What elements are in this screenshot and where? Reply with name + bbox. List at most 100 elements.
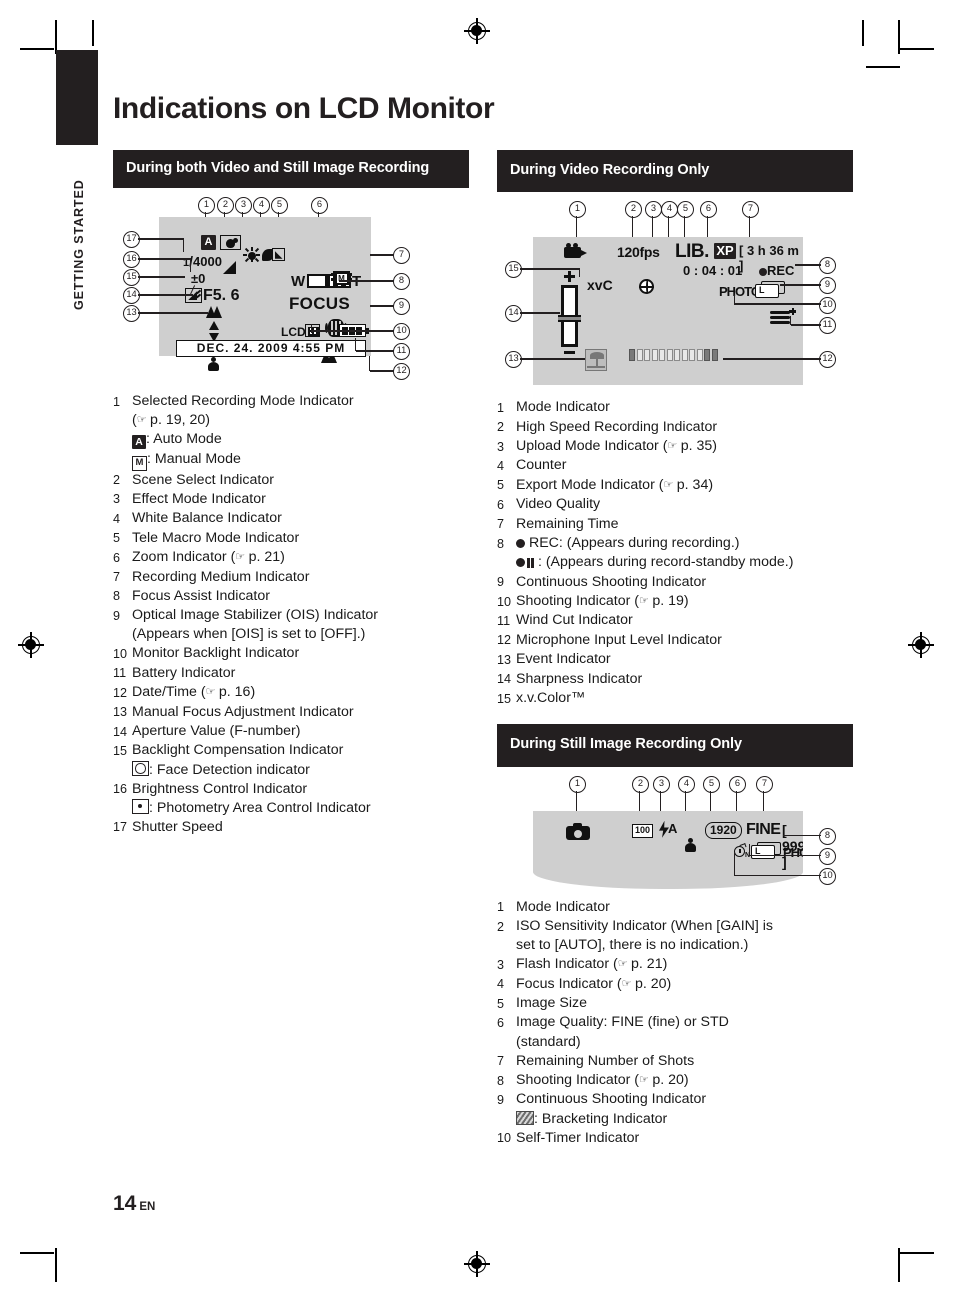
callout-s1: 1 <box>569 775 586 793</box>
lcd-diagram-still: 1 2 3 4 5 6 7 100 A 1920 FINE [999] N … <box>497 774 853 896</box>
callout-17: 17 <box>123 231 140 249</box>
list-item-label: Scene Select Indicator <box>132 471 274 488</box>
list-item: 6 Zoom Indicator (☞ p. 21) <box>113 549 285 566</box>
callout-v14: 14 <box>505 305 522 323</box>
crop-mark-tr-h2 <box>866 66 900 68</box>
list-item-label: Tele Macro Mode Indicator <box>132 529 300 546</box>
shutter-speed-denominator: 4000 <box>193 254 222 270</box>
list-item-label: Image Size <box>516 995 587 1012</box>
leader-v5 <box>684 216 686 240</box>
leader-12 <box>370 370 394 372</box>
callout-v13: 13 <box>505 351 522 369</box>
indicator-list-still: 1 Mode Indicator 2 ISO Sensitivity Indic… <box>497 898 853 1148</box>
crop-mark-tl-v2 <box>92 20 94 46</box>
crop-mark-tl-v <box>55 20 57 54</box>
leader-s10 <box>735 874 821 877</box>
mode-indicator-camera-icon <box>566 822 590 840</box>
leader-10b <box>311 324 313 334</box>
mf-mountain-icon <box>206 306 222 319</box>
list-item-label: Video Quality <box>516 496 601 513</box>
rec-label: REC <box>767 263 795 279</box>
list-item-label: Mode Indicator <box>516 898 610 915</box>
callout-v11: 11 <box>819 317 836 335</box>
list-item: 14 Aperture Value (F-number) <box>113 722 469 741</box>
page-number-value: 14 <box>113 1192 137 1215</box>
auto-mode-icon: A <box>132 435 146 450</box>
callout-v9: 9 <box>819 277 836 295</box>
list-item-label: Backlight Compensation Indicator <box>132 742 344 759</box>
page-language: EN <box>139 1201 156 1213</box>
list-item: 4 Focus Indicator (☞ p. 20) <box>497 975 672 992</box>
callout-v4: 4 <box>661 201 678 219</box>
sharpness-indicator <box>555 271 585 357</box>
callout-v8: 8 <box>819 257 836 275</box>
sharpness-plus-icon <box>564 271 575 283</box>
rec-dot-icon <box>516 538 525 548</box>
leader-7 <box>370 254 394 256</box>
face-detection-icon <box>132 760 149 776</box>
list-item: 2 ISO Sensitivity Indicator (When [GAIN]… <box>497 917 853 955</box>
callout-3: 3 <box>235 197 252 215</box>
shooting-indicator-photo-label: PHOTO <box>783 844 803 860</box>
list-item-label: Counter <box>516 457 567 474</box>
leader-v9 <box>780 284 821 286</box>
list-item: 16 Brightness Control Indicator : Photom… <box>113 780 469 818</box>
list-item-sub: M: Manual Mode <box>132 450 469 471</box>
callout-10: 10 <box>393 323 410 341</box>
callout-s5: 5 <box>703 775 720 793</box>
callout-1: 1 <box>198 197 215 215</box>
column-right: During Video Recording Only 1 2 3 4 5 6 … <box>497 150 853 1148</box>
effect-mode-icon <box>223 261 236 275</box>
flash-indicator-icon: A <box>659 820 679 838</box>
focus-assist-text: FOCUS <box>289 294 350 314</box>
image-size-badge: 1920 <box>705 821 742 839</box>
list-item: 12 Microphone Input Level Indicator <box>497 631 853 650</box>
mode-indicator-camcorder-icon <box>564 243 588 259</box>
list-item-label: Remaining Time <box>516 515 619 532</box>
rec-dot-icon <box>759 267 767 276</box>
section-heading-both: During both Video and Still Image Record… <box>113 150 469 189</box>
continuous-shooting-label: L <box>759 285 765 296</box>
list-item: 10 Monitor Backlight Indicator <box>113 644 469 663</box>
list-item-label: Monitor Backlight Indicator <box>132 645 300 662</box>
list-item-sub: (standard) <box>516 1033 581 1050</box>
indicator-list-both: 1 Selected Recording Mode Indicator (☞ p… <box>113 392 469 837</box>
leader-v12 <box>723 358 821 360</box>
lcd-diagram-video: 1 2 3 4 5 6 7 120fps xvC LIB. XP [3 h 3… <box>497 199 853 396</box>
mf-up-arrow-icon <box>209 321 219 331</box>
crop-mark-tr-h <box>900 48 934 50</box>
list-item-label: Selected Recording Mode Indicator <box>132 393 354 410</box>
list-item: 9 Continuous Shooting Indicator : Bracke… <box>497 1090 853 1128</box>
list-item: 8 Focus Assist Indicator <box>113 587 469 606</box>
zoom-label-t: T <box>352 273 362 291</box>
list-item-label: Event Indicator <box>516 651 611 668</box>
self-timer-icon: N <box>734 842 750 859</box>
high-speed-recording-value: 120fps <box>617 244 660 261</box>
callout-6: 6 <box>311 197 328 215</box>
list-item: 3 Upload Mode Indicator (☞ p. 35) <box>497 438 718 455</box>
list-item-label: Optical Image Stabilizer (OIS) Indicator <box>132 607 379 624</box>
list-item-label: Battery Indicator <box>132 664 236 681</box>
list-item: 9 Optical Image Stabilizer (OIS) Indicat… <box>113 606 469 644</box>
list-item: 7 Remaining Number of Shots <box>497 1052 853 1071</box>
rec-indicator: REC <box>759 263 794 278</box>
leader-s8 <box>783 834 821 837</box>
image-size-value: 1920 <box>710 822 737 837</box>
leader-v6 <box>707 216 709 240</box>
list-item: 7 Remaining Time <box>497 515 853 534</box>
section-heading-video: During Video Recording Only <box>497 150 853 193</box>
list-item-sub: : Bracketing Indicator <box>516 1110 853 1129</box>
lcd-screen-video: 120fps xvC LIB. XP [ 3 h 36 m ] 0 : 04 :… <box>533 237 803 386</box>
crop-mark-tl-h <box>20 48 54 50</box>
sharpness-minus-icon <box>564 351 575 355</box>
list-item: 8 Shooting Indicator (☞ p. 20) <box>497 1072 689 1089</box>
lcd-screen-both: A W T M FOCUS 1 4000 ±0 F5. 6 LCD DEC. 2… <box>159 217 371 372</box>
list-item-label: Effect Mode Indicator <box>132 490 266 507</box>
video-quality-badge: XP <box>714 243 736 260</box>
datetime-bar: DEC. 24. 2009 4:55 PM <box>176 340 366 358</box>
list-item-label: Aperture Value (F-number) <box>132 723 301 740</box>
leader-v8 <box>795 264 821 266</box>
recording-medium-icon: M <box>331 269 352 287</box>
list-item-label: White Balance Indicator <box>132 510 282 527</box>
focus-indicator-person-icon <box>685 837 696 852</box>
